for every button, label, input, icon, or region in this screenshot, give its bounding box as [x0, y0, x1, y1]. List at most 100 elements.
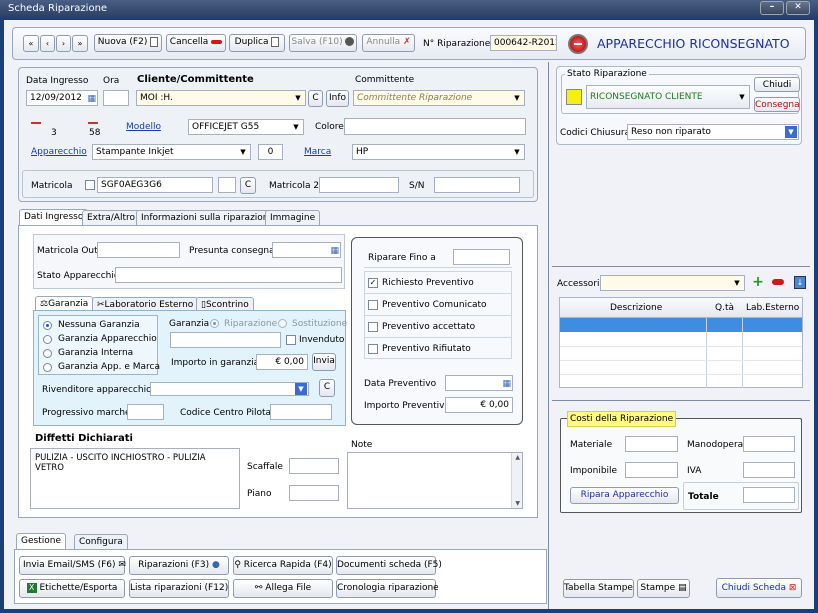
- close-window-button[interactable]: ✕: [786, 1, 810, 15]
- modello-link[interactable]: Modello: [126, 121, 161, 133]
- richiesto-preventivo-checkbox[interactable]: ✓: [368, 278, 378, 288]
- preventivo-accettato-checkbox[interactable]: [368, 322, 378, 332]
- matricola2-field[interactable]: [319, 177, 399, 193]
- tab-laboratorio[interactable]: ✂Laboratorio Esterno: [92, 297, 199, 311]
- imponibile-field[interactable]: [625, 462, 678, 478]
- consegna-button[interactable]: Consegna: [754, 97, 800, 112]
- accessori-select[interactable]: ▼: [600, 275, 745, 291]
- radio-garanzia-interna[interactable]: [43, 349, 52, 358]
- num-riparazione-field[interactable]: 000642-R2012: [490, 35, 557, 51]
- difetti-textarea[interactable]: PULIZIA - USCITO INCHIOSTRO - PULIZIA VE…: [30, 448, 240, 509]
- chiudi-stato-button[interactable]: Chiudi: [754, 77, 800, 92]
- next-record-icon[interactable]: ›: [56, 35, 71, 52]
- minimize-button[interactable]: –: [760, 1, 784, 15]
- riparazioni-button[interactable]: Riparazioni (F3) ●: [129, 556, 229, 575]
- apparecchio-qty-field[interactable]: 0: [258, 144, 283, 160]
- data-ingresso-field[interactable]: 12/09/2012 ▦: [26, 90, 98, 106]
- radio-nessuna-garanzia[interactable]: [43, 321, 52, 330]
- sn-field[interactable]: [434, 177, 520, 193]
- note-textarea[interactable]: ▲ ▼: [347, 452, 523, 509]
- scroll-down-icon[interactable]: ▼: [515, 500, 520, 507]
- calendar-icon[interactable]: ▦: [87, 92, 96, 105]
- importo-preventivo-field[interactable]: € 0,00: [445, 397, 513, 413]
- radio-sostituzione[interactable]: [278, 319, 287, 328]
- export-down-icon[interactable]: ↓: [794, 276, 806, 289]
- manodopera-field[interactable]: [743, 436, 795, 452]
- committente-select[interactable]: Committente Riparazione ▼: [353, 90, 525, 106]
- marca-select[interactable]: HP ▼: [352, 144, 525, 160]
- tab-immagine[interactable]: Immagine: [265, 210, 321, 226]
- tab-garanzia[interactable]: ⚖Garanzia: [35, 296, 94, 311]
- allega-file-button[interactable]: ⚯ Allega File: [233, 579, 333, 598]
- codici-select[interactable]: Reso non riparato ▼: [627, 124, 799, 140]
- stampe-button[interactable]: Stampe ▤: [637, 579, 690, 598]
- cliente-c-button[interactable]: C: [308, 90, 323, 107]
- radio-riparazione[interactable]: [210, 319, 219, 328]
- importo-garanzia-field[interactable]: € 0,00: [256, 354, 308, 370]
- marca-link[interactable]: Marca: [304, 146, 331, 158]
- last-record-icon[interactable]: »: [72, 35, 88, 52]
- matricola-out-field[interactable]: [97, 242, 180, 258]
- materiale-field[interactable]: [625, 436, 678, 452]
- rivenditore-c-button[interactable]: C: [319, 379, 335, 397]
- garanzia-field[interactable]: [170, 332, 281, 348]
- matricola-extra-field[interactable]: [218, 177, 236, 193]
- table-row[interactable]: [560, 318, 802, 332]
- nuova-button[interactable]: Nuova (F2): [94, 34, 162, 52]
- remove-accessorio-icon[interactable]: [772, 279, 784, 285]
- radio-garanzia-app-marca[interactable]: [43, 363, 52, 372]
- presunta-field[interactable]: ▦: [272, 242, 341, 258]
- annulla-button[interactable]: Annulla ✗: [362, 34, 415, 52]
- ricerca-rapida-button[interactable]: ⚲ Ricerca Rapida (F4): [233, 556, 333, 575]
- progressivo-field[interactable]: [127, 404, 164, 420]
- ora-field[interactable]: [103, 90, 129, 106]
- riparare-field[interactable]: [453, 249, 510, 265]
- matricola-checkbox[interactable]: [85, 180, 95, 190]
- invia-garanzia-button[interactable]: Invia: [312, 353, 336, 371]
- scaffale-field[interactable]: [289, 458, 339, 474]
- apparecchio-select[interactable]: Stampante Inkjet ▼: [92, 144, 251, 160]
- stato-select[interactable]: RICONSEGNATO CLIENTE ▼: [586, 85, 750, 109]
- radio-garanzia-apparecchio[interactable]: [43, 335, 52, 344]
- tab-extra-altro[interactable]: Extra/Altro: [82, 210, 140, 226]
- tab-gestione[interactable]: Gestione: [16, 533, 66, 550]
- modello-select[interactable]: OFFICEJET G55 ▼: [188, 119, 304, 135]
- etichette-esporta-button[interactable]: X Etichette/Esporta: [19, 579, 125, 598]
- totale-field[interactable]: [743, 487, 795, 503]
- codice-centro-field[interactable]: [270, 404, 332, 420]
- rivenditore-select[interactable]: ▼: [150, 382, 309, 396]
- cliente-select[interactable]: MOI :H. ▼: [136, 90, 306, 106]
- stato-apparecchio-field[interactable]: [115, 267, 342, 283]
- invia-email-button[interactable]: Invia Email/SMS (F6) ✉: [19, 556, 126, 575]
- prev-record-icon[interactable]: ‹: [40, 35, 55, 52]
- add-accessorio-icon[interactable]: +: [751, 275, 765, 290]
- cliente-info-button[interactable]: Info: [326, 90, 349, 107]
- duplica-button[interactable]: Duplica: [229, 34, 285, 52]
- invenduto-checkbox[interactable]: [286, 335, 296, 345]
- colore-field[interactable]: [344, 118, 526, 135]
- apparecchio-link[interactable]: Apparecchio: [31, 146, 87, 158]
- chiudi-scheda-button[interactable]: Chiudi Scheda ⊠: [716, 578, 802, 598]
- ripara-apparecchio-button[interactable]: Ripara Apparecchio: [570, 487, 679, 504]
- calendar-icon[interactable]: ▦: [330, 244, 339, 257]
- data-preventivo-field[interactable]: ▦: [445, 375, 513, 391]
- matricola-field[interactable]: SGF0AEG3G6: [97, 177, 213, 193]
- iva-field[interactable]: [743, 462, 795, 478]
- salva-button[interactable]: Salva (F10): [289, 34, 357, 52]
- tabella-stampe-button[interactable]: Tabella Stampe: [563, 579, 634, 598]
- matricola-c-button[interactable]: C: [240, 177, 256, 194]
- piano-field[interactable]: [289, 485, 339, 501]
- scroll-up-icon[interactable]: ▲: [515, 454, 520, 461]
- cancella-button[interactable]: Cancella: [166, 34, 226, 52]
- preventivo-rifiutato-checkbox[interactable]: [368, 344, 378, 354]
- preventivo-comunicato-checkbox[interactable]: [368, 300, 378, 310]
- calendar-icon[interactable]: ▦: [502, 377, 511, 390]
- tab-scontrino[interactable]: ▯Scontrino: [196, 297, 254, 311]
- cronologia-button[interactable]: Cronologia riparazione: [336, 579, 439, 598]
- documenti-scheda-button[interactable]: Documenti scheda (F5): [336, 556, 442, 575]
- first-record-icon[interactable]: «: [23, 35, 39, 52]
- tab-informazioni[interactable]: Informazioni sulla riparazione: [136, 210, 280, 226]
- tab-configura[interactable]: Configura: [74, 534, 128, 550]
- tab-dati-ingresso[interactable]: Dati Ingresso: [19, 209, 89, 226]
- lista-riparazioni-button[interactable]: Lista riparazioni (F12): [129, 579, 229, 598]
